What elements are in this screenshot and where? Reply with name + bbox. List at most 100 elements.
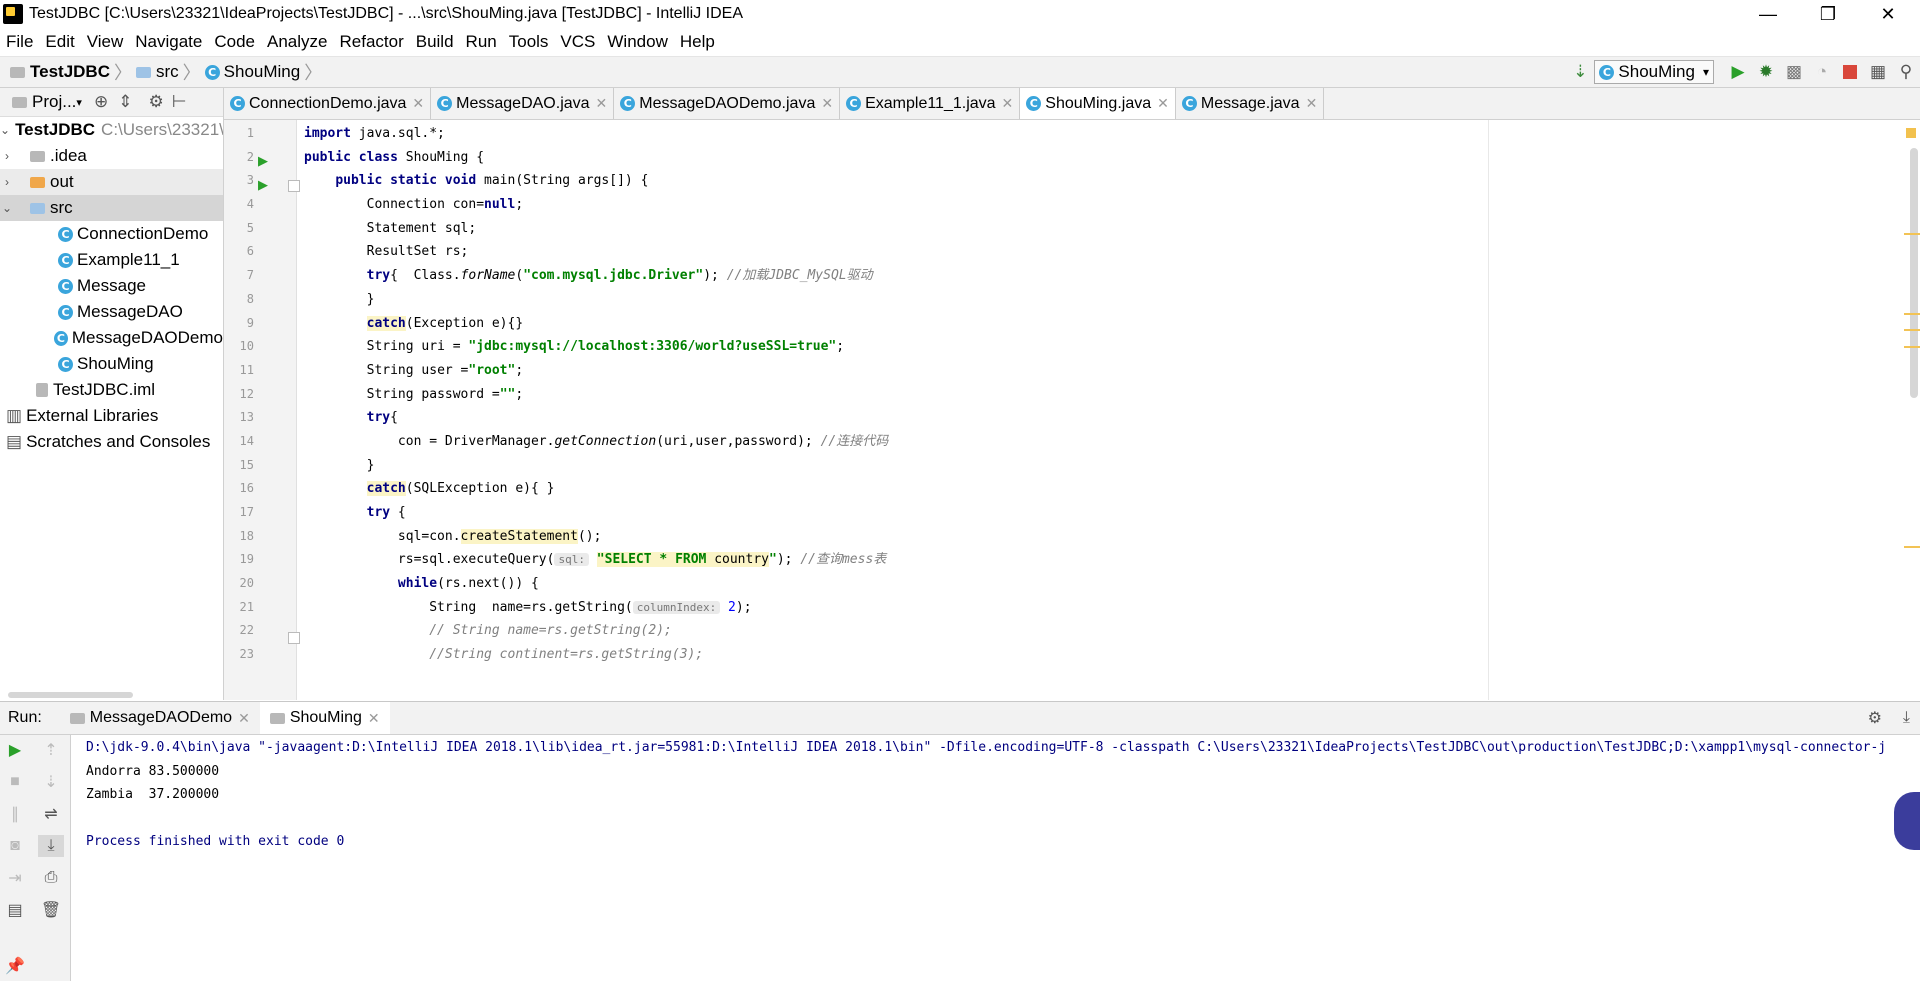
breadcrumb-file[interactable]: ShouMing bbox=[224, 62, 301, 82]
close-icon[interactable]: ✕ bbox=[1306, 95, 1318, 112]
coverage-icon[interactable]: ▩ bbox=[1780, 58, 1808, 86]
arrow-up-icon[interactable]: ⇡ bbox=[38, 739, 64, 761]
project-structure-icon[interactable]: ▦ bbox=[1864, 58, 1892, 86]
hide-panel-icon[interactable]: ⤓ bbox=[1903, 709, 1910, 727]
close-icon[interactable]: ✕ bbox=[596, 95, 608, 112]
tab-messagedaodemo[interactable]: C MessageDAODemo.java ✕ bbox=[614, 88, 841, 119]
pin-icon[interactable]: 📌 bbox=[2, 955, 28, 977]
breadcrumb-project[interactable]: TestJDBC bbox=[30, 62, 110, 82]
vertical-scrollbar[interactable] bbox=[1910, 148, 1918, 398]
debug-icon[interactable]: ✹ bbox=[1752, 58, 1780, 86]
tree-item-class[interactable]: C MessageDAO bbox=[0, 299, 223, 325]
code-editor[interactable]: ▶ ▶ 1 import java.sql.*; 2 public class Sh… bbox=[224, 120, 1920, 700]
close-icon[interactable]: ✕ bbox=[412, 95, 424, 112]
tree-item-class[interactable]: C Message bbox=[0, 273, 223, 299]
fold-icon[interactable] bbox=[288, 632, 300, 644]
tree-item-class[interactable]: C MessageDAODemo bbox=[0, 325, 223, 351]
rerun-icon[interactable]: ▶ bbox=[2, 739, 28, 761]
menu-code[interactable]: Code bbox=[208, 32, 261, 52]
breadcrumb-folder[interactable]: src bbox=[156, 62, 179, 82]
tree-item-src[interactable]: ⌄ src bbox=[0, 195, 223, 221]
locate-icon[interactable]: ⊕ bbox=[94, 92, 108, 112]
tree-item-idea[interactable]: › .idea bbox=[0, 143, 223, 169]
gear-icon[interactable]: ⚙ bbox=[148, 92, 163, 112]
tab-example11-1[interactable]: C Example11_1.java ✕ bbox=[840, 88, 1021, 119]
tree-item-class[interactable]: C ShouMing bbox=[0, 351, 223, 377]
tab-message[interactable]: C Message.java ✕ bbox=[1176, 88, 1325, 119]
warning-indicator[interactable] bbox=[1906, 128, 1916, 138]
tab-connectiondemo[interactable]: C ConnectionDemo.java ✕ bbox=[224, 88, 432, 119]
close-icon[interactable]: ✕ bbox=[238, 710, 250, 727]
hide-panel-icon[interactable]: ⊢ bbox=[172, 92, 187, 112]
layout-icon[interactable]: ▤ bbox=[2, 899, 28, 921]
gear-icon[interactable]: ⚙ bbox=[1868, 708, 1882, 728]
chevron-right-icon[interactable]: › bbox=[0, 175, 14, 189]
chevron-down-icon[interactable]: ⌄ bbox=[0, 201, 14, 215]
close-icon[interactable]: ✕ bbox=[1157, 95, 1169, 112]
profile-icon[interactable]: ◔ bbox=[1808, 58, 1836, 86]
menu-build[interactable]: Build bbox=[410, 32, 460, 52]
menu-run[interactable]: Run bbox=[460, 32, 503, 52]
arrow-down-icon[interactable]: ⇣ bbox=[38, 771, 64, 793]
code-token: public class bbox=[304, 149, 398, 165]
menu-help[interactable]: Help bbox=[674, 32, 721, 52]
menu-refactor[interactable]: Refactor bbox=[333, 32, 409, 52]
chevron-right-icon[interactable]: › bbox=[0, 149, 14, 163]
trash-icon[interactable]: 🗑 bbox=[38, 899, 64, 921]
menu-edit[interactable]: Edit bbox=[39, 32, 80, 52]
parameter-hint: columnIndex: bbox=[632, 600, 721, 614]
console-output[interactable]: D:\jdk-9.0.4\bin\java "-javaagent:D:\Int… bbox=[86, 736, 1920, 854]
dump-threads-icon[interactable]: ◙ bbox=[2, 835, 28, 857]
class-icon: C bbox=[53, 330, 68, 346]
chevron-down-icon[interactable]: ⌄ bbox=[0, 123, 10, 137]
build-icon[interactable]: ⇣ bbox=[1566, 58, 1594, 86]
close-icon[interactable]: ✕ bbox=[368, 710, 380, 727]
run-gutter-icon[interactable]: ▶ bbox=[258, 177, 268, 193]
minimize-button[interactable]: — bbox=[1740, 0, 1796, 28]
maximize-button[interactable]: ❐ bbox=[1800, 0, 1856, 28]
scroll-to-end-icon[interactable]: ⤓ bbox=[38, 835, 64, 857]
collapse-all-icon[interactable]: ⇕ bbox=[118, 92, 132, 112]
close-icon[interactable]: ✕ bbox=[1002, 95, 1014, 112]
fold-icon[interactable] bbox=[288, 180, 300, 192]
tree-item-class[interactable]: C Example11_1 bbox=[0, 247, 223, 273]
search-icon[interactable]: ⚲ bbox=[1892, 58, 1920, 86]
code-token: } bbox=[366, 457, 375, 473]
run-icon[interactable]: ▶ bbox=[1724, 58, 1752, 86]
tab-messagedao[interactable]: C MessageDAO.java ✕ bbox=[431, 88, 615, 119]
menu-file[interactable]: File bbox=[0, 32, 39, 52]
tree-item-class[interactable]: C ConnectionDemo bbox=[0, 221, 223, 247]
code-area[interactable]: 1 import java.sql.*; 2 public class ShouMi… bbox=[240, 122, 1864, 667]
run-tab-shouming[interactable]: ShouMing ✕ bbox=[259, 702, 390, 734]
line-number: 20 bbox=[239, 576, 254, 591]
tree-item-project[interactable]: ⌄ TestJDBC C:\Users\23321\ bbox=[0, 117, 223, 143]
chevron-down-icon[interactable]: ▾ bbox=[76, 96, 82, 109]
run-gutter-icon[interactable]: ▶ bbox=[258, 153, 268, 169]
menu-vcs[interactable]: VCS bbox=[554, 32, 601, 52]
stop-icon[interactable] bbox=[1836, 58, 1864, 86]
tree-item-out[interactable]: › out bbox=[0, 169, 223, 195]
close-icon[interactable]: ✕ bbox=[821, 95, 833, 112]
tree-item-external-libraries[interactable]: ▥ External Libraries bbox=[0, 403, 223, 429]
menu-analyze[interactable]: Analyze bbox=[261, 32, 333, 52]
tab-shouming[interactable]: C ShouMing.java ✕ bbox=[1020, 88, 1176, 119]
run-tab-messagedaodemo[interactable]: MessageDAODemo ✕ bbox=[60, 702, 260, 734]
close-window-button[interactable]: ✕ bbox=[1860, 0, 1916, 28]
tree-item-iml[interactable]: TestJDBC.iml bbox=[0, 377, 223, 403]
project-view-select[interactable]: Proj... bbox=[32, 92, 76, 112]
menu-window[interactable]: Window bbox=[601, 32, 673, 52]
run-configuration-select[interactable]: C ShouMing ▾ bbox=[1594, 60, 1714, 84]
exit-icon[interactable]: ⇥ bbox=[2, 867, 28, 889]
class-icon: C bbox=[230, 96, 245, 111]
print-icon[interactable]: ⎙ bbox=[38, 867, 64, 889]
horizontal-scrollbar[interactable] bbox=[8, 692, 133, 698]
pause-icon[interactable]: ∥ bbox=[2, 803, 28, 825]
menu-navigate[interactable]: Navigate bbox=[129, 32, 208, 52]
menu-tools[interactable]: Tools bbox=[503, 32, 555, 52]
menu-view[interactable]: View bbox=[81, 32, 130, 52]
tree-item-scratches[interactable]: ▤ Scratches and Consoles bbox=[0, 429, 223, 455]
soft-wrap-icon[interactable]: ⇌ bbox=[38, 803, 64, 825]
stop-icon[interactable]: ■ bbox=[2, 771, 28, 793]
code-line: 11 String user ="root"; bbox=[240, 359, 1864, 383]
floating-widget[interactable] bbox=[1894, 792, 1920, 850]
